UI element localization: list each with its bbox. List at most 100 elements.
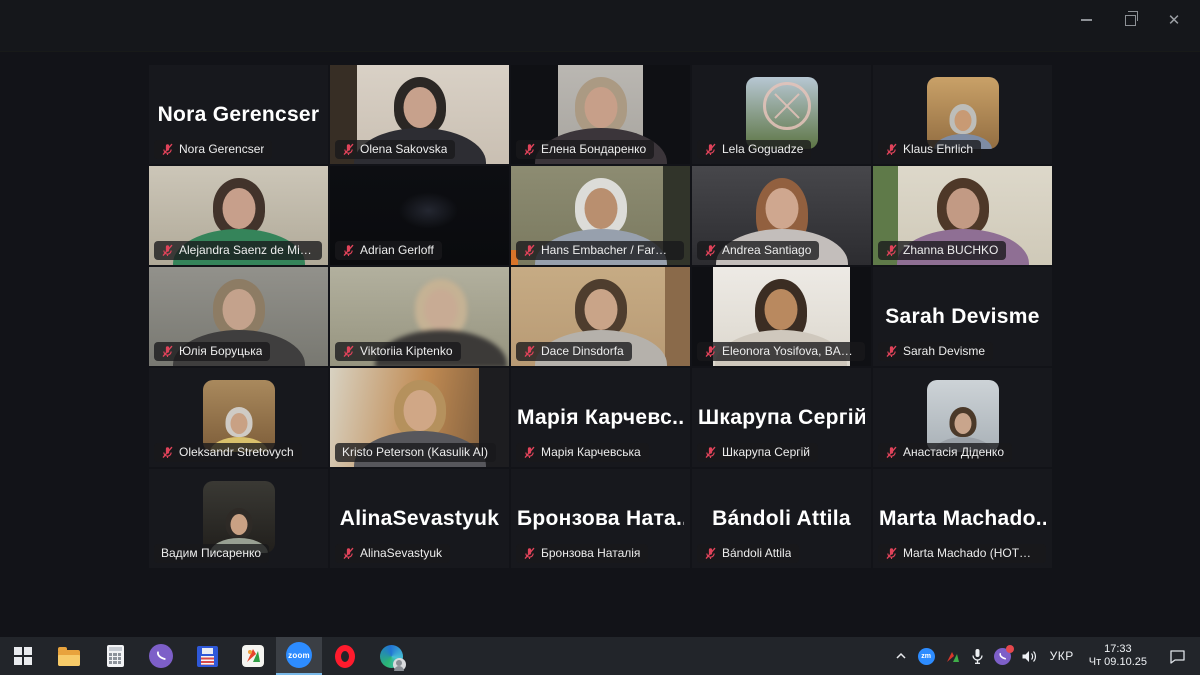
participant-label: Бронзова Наталія [516,544,648,563]
participant-tile[interactable]: Анастасія Діденко [873,368,1052,467]
participant-label-text: Юлія Боруцька [179,344,262,358]
language-indicator[interactable]: УКР [1043,637,1081,675]
viber-icon [149,644,173,668]
participant-label: Viktoriia Kiptenko [335,342,461,361]
taskbar-clock[interactable]: 17:33 Чт 09.10.25 [1081,637,1155,675]
participant-tile[interactable]: Kristo Peterson (Kasulik AI) [330,368,509,467]
participant-tile[interactable]: Шкарупа Сергій Шкарупа Сергій [692,368,871,467]
participant-tile[interactable]: Alejandra Saenz de Miera [149,166,328,265]
clock-time: 17:33 [1089,643,1147,656]
windows-taskbar: zoom zm УКР 17:33 Чт 09.10.25 [0,637,1200,675]
participant-label-text: Alejandra Saenz de Miera [179,243,314,257]
participant-label: Marta Machado (HOTREC) [878,544,1046,563]
participant-tile[interactable]: Adrian Gerloff [330,166,509,265]
participant-tile[interactable]: Вадим Писаренко [149,469,328,568]
silhouette-face [403,390,436,431]
muted-mic-icon [523,345,536,358]
backup-app-button[interactable] [184,637,230,675]
participant-label: Юлія Боруцька [154,342,270,361]
participant-tile[interactable]: Bándoli Attila Bándoli Attila [692,469,871,568]
medoc-button[interactable] [230,637,276,675]
close-button[interactable]: ✕ [1152,7,1196,33]
participant-label-text: Hans Embacher / Farm Holid... [541,243,676,257]
participant-label-text: AlinaSevastyuk [360,546,442,560]
zoom-icon: zoom [286,642,312,668]
participant-label-text: Вадим Писаренко [161,546,261,560]
viber-tray-icon[interactable] [989,637,1016,675]
hidden-icons-button[interactable] [889,637,913,675]
edge-profile-avatar [393,658,406,671]
participant-tile[interactable]: Nora Gerencser Nora Gerencser [149,65,328,164]
silhouette-face [222,188,255,229]
muted-mic-icon [342,244,355,257]
ferris-wheel-photo [763,82,811,130]
muted-mic-icon [523,244,536,257]
microphone-tray-icon[interactable] [966,637,989,675]
zoom-icon-label: zoom [288,651,310,660]
participant-label: Adrian Gerloff [335,241,442,260]
participant-label-text: Viktoriia Kiptenko [360,344,453,358]
participant-name-text: AlinaSevastyuk [336,507,503,531]
participant-label-text: Kristo Peterson (Kasulik AI) [342,445,488,459]
participant-label-text: Nora Gerencser [179,142,264,156]
participant-tile[interactable]: Dace Dinsdorfa [511,267,690,366]
muted-mic-icon [523,446,536,459]
volume-tray-icon[interactable] [1016,637,1043,675]
silhouette-face [403,87,436,128]
participant-tile[interactable]: Юлія Боруцька [149,267,328,366]
zoom-app-button[interactable]: zoom [276,637,322,675]
participant-label-text: Lela Goguadze [722,142,803,156]
participant-label-text: Marta Machado (HOTREC) [903,546,1038,560]
participant-tile[interactable]: Hans Embacher / Farm Holid... [511,166,690,265]
participant-label: Oleksandr Stretovych [154,443,302,462]
minimize-button[interactable] [1064,7,1108,33]
participant-tile[interactable]: Zhanna BUCHKO [873,166,1052,265]
start-button[interactable] [0,637,46,675]
participant-tile[interactable]: AlinaSevastyuk AlinaSevastyuk [330,469,509,568]
participant-tile[interactable]: Lela Goguadze [692,65,871,164]
system-tray: zm УКР 17:33 Чт 09.10.25 [889,637,1200,675]
participant-name-text: Nora Gerencser [155,103,322,127]
calculator-icon [107,645,124,667]
participant-tile[interactable]: Eleonora Yosifova, BAAT Bul... [692,267,871,366]
zm-label: zm [921,653,931,660]
participant-avatar [203,481,275,553]
participant-tile[interactable]: Марія Карчевс... Марія Карчевська [511,368,690,467]
participant-label: Анастасія Діденко [878,443,1012,462]
participant-tile[interactable]: Viktoriia Kiptenko [330,267,509,366]
participant-label-text: Klaus Ehrlich [903,142,973,156]
participant-label-text: Oleksandr Stretovych [179,445,294,459]
silhouette-face [954,413,971,434]
silhouette-face [946,188,979,229]
muted-mic-icon [161,244,174,257]
participant-label-text: Andrea Santiago [722,243,811,257]
participant-tile[interactable]: Klaus Ehrlich [873,65,1052,164]
edge-button[interactable] [368,637,414,675]
muted-mic-icon [885,345,898,358]
medoc-tray-icon[interactable] [940,637,966,675]
participant-tile[interactable]: Oleksandr Stretovych [149,368,328,467]
participant-label-text: Olena Sakovska [360,142,447,156]
calculator-button[interactable] [92,637,138,675]
action-center-button[interactable] [1155,637,1200,675]
participant-tile[interactable]: Бронзова Ната... Бронзова Наталія [511,469,690,568]
participant-label-text: Eleonora Yosifova, BAAT Bul... [722,344,857,358]
silhouette-face [424,289,457,330]
participant-label: Sarah Devisme [878,342,993,361]
zoom-tray-icon[interactable]: zm [913,637,940,675]
file-explorer-button[interactable] [46,637,92,675]
participant-avatar [927,380,999,452]
opera-button[interactable] [322,637,368,675]
participant-tile[interactable]: Andrea Santiago [692,166,871,265]
viber-button[interactable] [138,637,184,675]
participant-name-text: Sarah Devisme [879,305,1046,329]
participant-tile[interactable]: Sarah Devisme Sarah Devisme [873,267,1052,366]
participant-label-text: Adrian Gerloff [360,243,434,257]
participant-tile[interactable]: Marta Machado... Marta Machado (HOTREC) [873,469,1052,568]
muted-mic-icon [885,547,898,560]
muted-mic-icon [523,143,536,156]
participant-tile[interactable]: Елена Бондаренко [511,65,690,164]
participant-avatar [203,380,275,452]
participant-tile[interactable]: Olena Sakovska [330,65,509,164]
restore-button[interactable] [1108,7,1152,33]
